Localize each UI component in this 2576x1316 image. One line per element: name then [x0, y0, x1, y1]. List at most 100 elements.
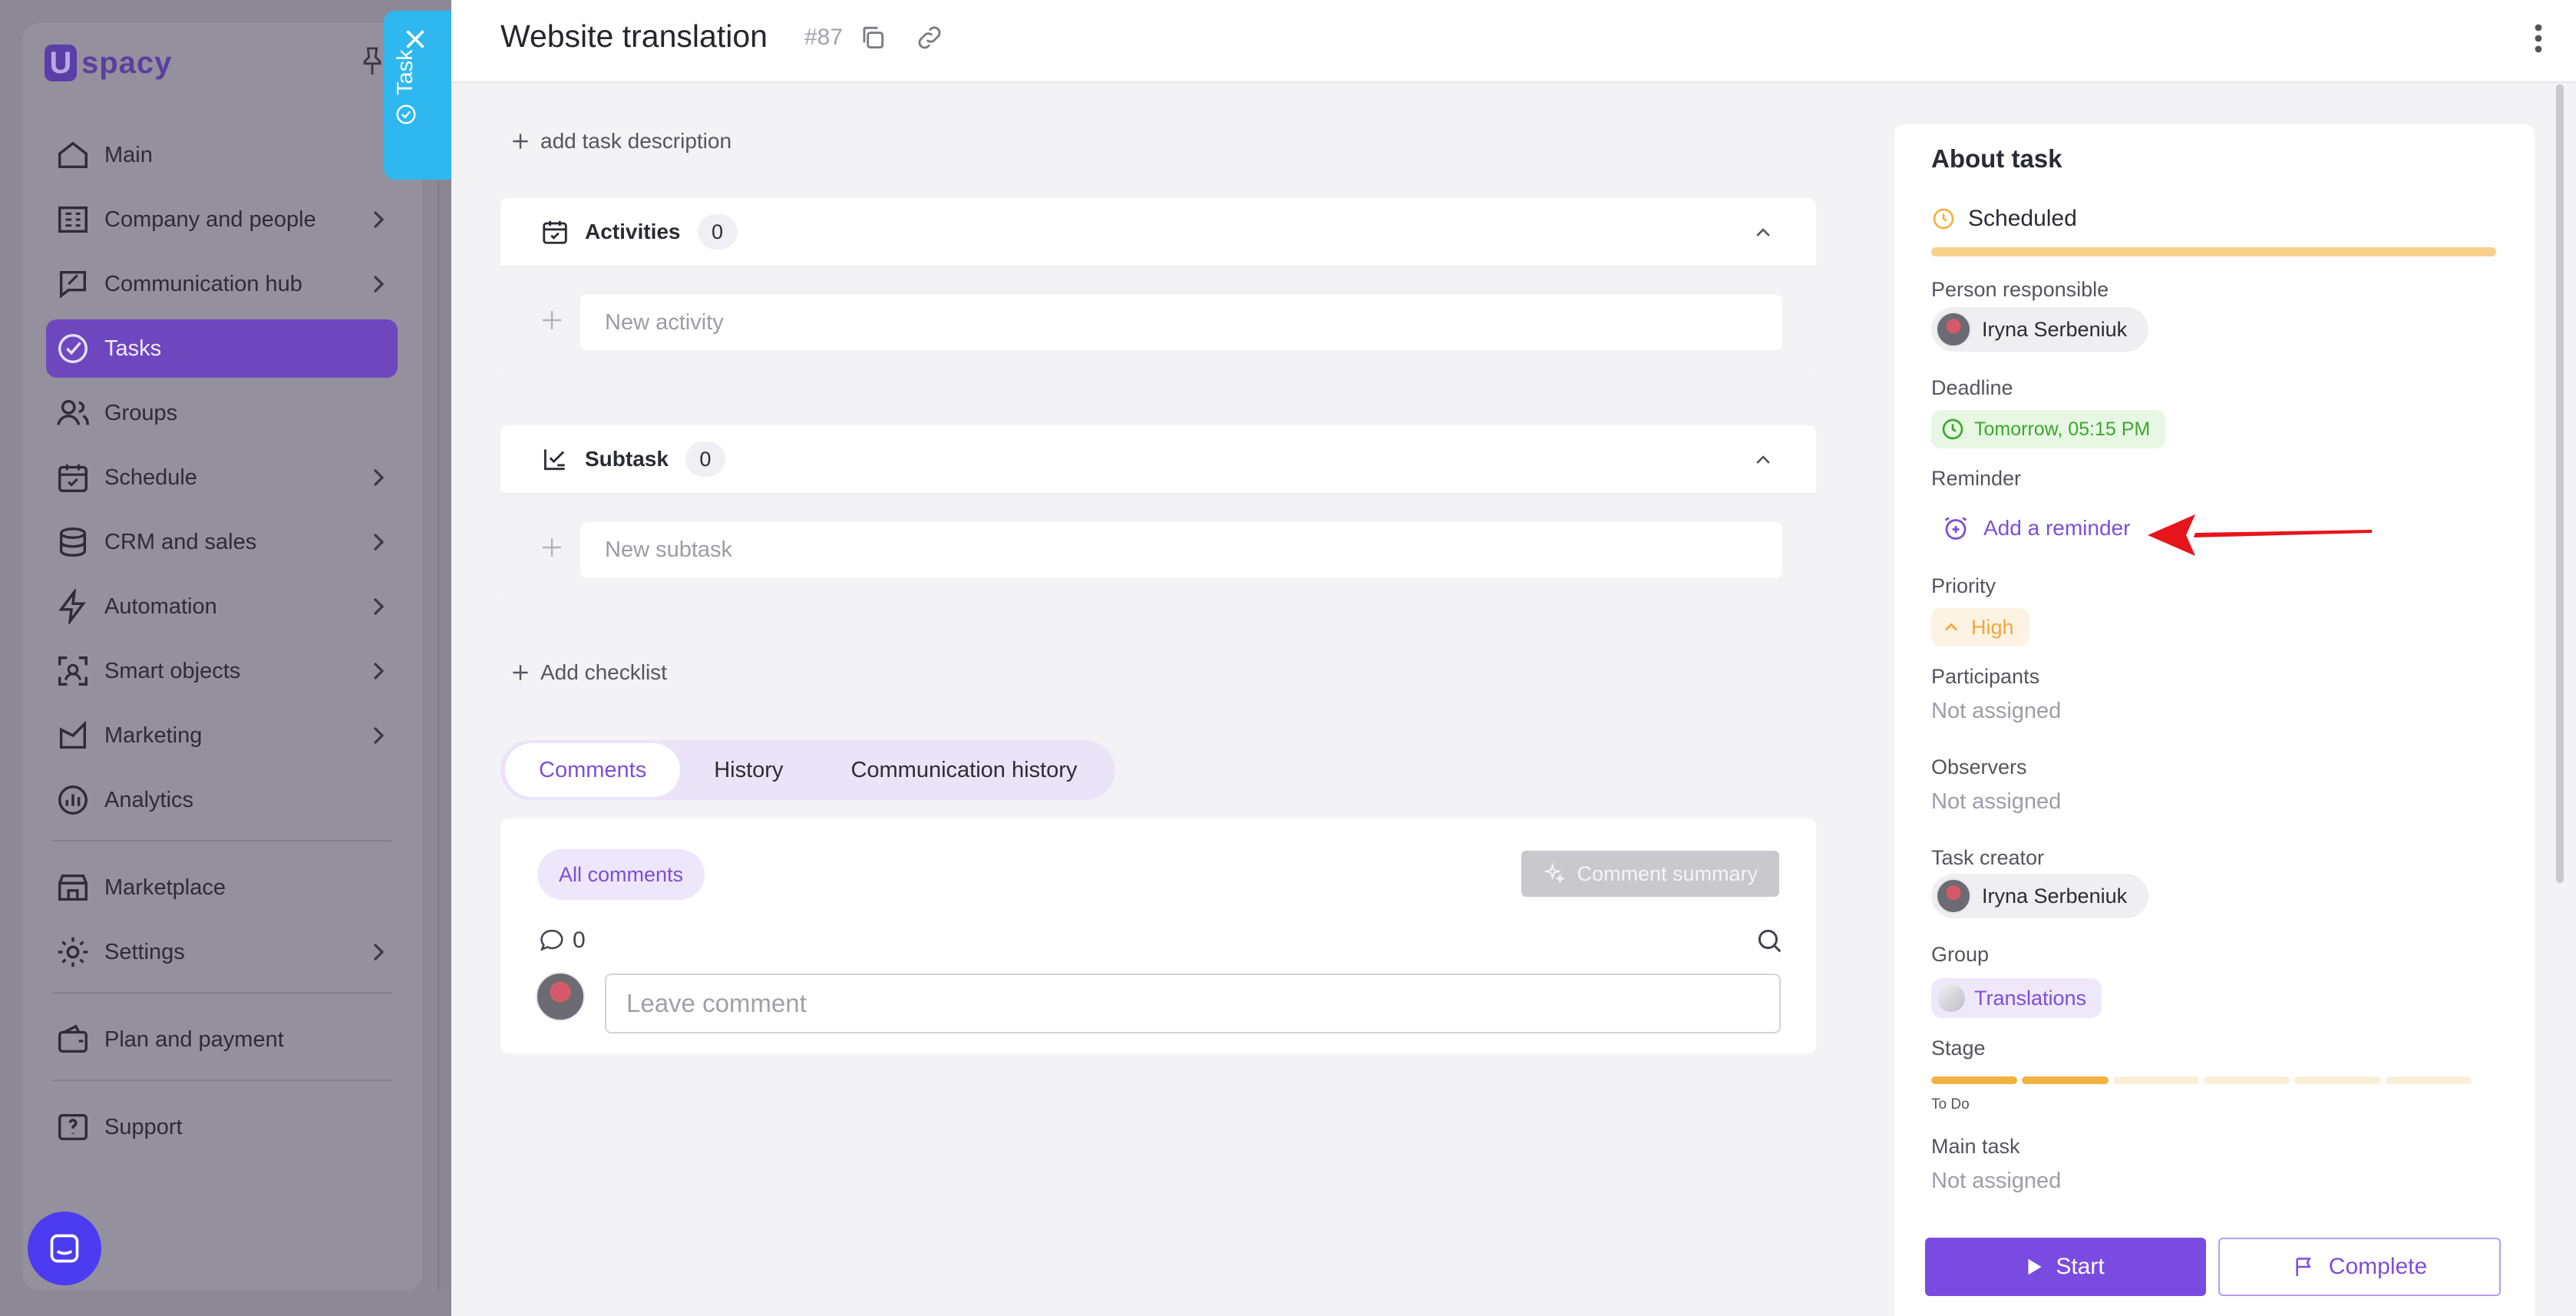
- start-label: Start: [2056, 1254, 2105, 1279]
- person-responsible-chip[interactable]: Iryna Serbeniuk: [1931, 307, 2149, 352]
- new-subtask-input[interactable]: New subtask: [580, 522, 1782, 577]
- deadline-label: Deadline: [1931, 376, 2013, 399]
- add-checklist-button[interactable]: Add checklist: [511, 660, 667, 685]
- sidebar-item-support[interactable]: Support: [46, 1098, 398, 1156]
- tab-comments[interactable]: Comments: [505, 743, 681, 797]
- sidebar-item-main[interactable]: Main: [46, 126, 398, 184]
- logo-text: spacy: [81, 45, 173, 80]
- comment-count: 0: [539, 927, 586, 954]
- task-status[interactable]: Scheduled: [1931, 206, 2077, 232]
- sidebar-item-label: Main: [104, 142, 153, 167]
- task-creator-chip[interactable]: Iryna Serbeniuk: [1931, 874, 2149, 918]
- about-task-title: About task: [1931, 144, 2062, 173]
- chevron-right-icon: [373, 468, 385, 487]
- chevron-right-icon: [373, 662, 385, 680]
- add-checklist-label: Add checklist: [540, 660, 667, 684]
- sidebar-item-label: Marketing: [104, 722, 203, 748]
- add-reminder-button[interactable]: Add a reminder: [1942, 514, 2130, 542]
- sidebar-item-label: Automation: [104, 594, 217, 619]
- plus-icon[interactable]: [540, 309, 563, 332]
- deadline-value: Tomorrow, 05:15 PM: [1974, 418, 2151, 440]
- start-button[interactable]: Start: [1925, 1238, 2206, 1296]
- priority-chip[interactable]: High: [1931, 608, 2029, 646]
- sidebar-item-label: Settings: [104, 939, 185, 964]
- task-title[interactable]: Website translation: [500, 18, 768, 55]
- new-activity-input[interactable]: New activity: [580, 295, 1782, 350]
- home-icon: [58, 141, 88, 169]
- stage-segment[interactable]: [2203, 1076, 2290, 1084]
- plus-icon: [513, 134, 528, 149]
- sidebar-divider: [52, 992, 391, 994]
- clock-icon: [1942, 418, 1963, 440]
- app-logo[interactable]: U spacy: [45, 45, 172, 81]
- sidebar-item-schedule[interactable]: Schedule: [46, 448, 398, 507]
- observers-value[interactable]: Not assigned: [1931, 789, 2061, 815]
- main-task-value[interactable]: Not assigned: [1931, 1169, 2061, 1194]
- search-icon[interactable]: [1755, 926, 1784, 955]
- stage-segment[interactable]: [2022, 1076, 2109, 1084]
- sidebar-item-plan-and-payment[interactable]: Plan and payment: [46, 1010, 398, 1069]
- chevron-right-icon: [373, 210, 385, 229]
- activities-label: Activities: [585, 220, 681, 243]
- sidebar-item-label: Plan and payment: [104, 1027, 284, 1052]
- sidebar-item-crm-and-sales[interactable]: CRM and sales: [46, 513, 398, 571]
- group-avatar: [1937, 984, 1965, 1012]
- copy-icon[interactable]: [858, 23, 887, 52]
- stage-segment[interactable]: [1931, 1076, 2018, 1084]
- subtask-count: 0: [685, 441, 725, 477]
- sidebar-item-label: Schedule: [104, 465, 197, 490]
- tab-communication-history[interactable]: Communication history: [817, 743, 1111, 797]
- panel-scrollbar[interactable]: [2556, 84, 2564, 883]
- all-comments-filter[interactable]: All comments: [537, 849, 705, 900]
- sidebar-item-automation[interactable]: Automation: [46, 577, 398, 636]
- participants-value[interactable]: Not assigned: [1931, 699, 2061, 724]
- chevron-up-icon[interactable]: [1753, 223, 1773, 243]
- sidebar-item-tasks[interactable]: Tasks: [46, 319, 398, 378]
- deadline-chip[interactable]: Tomorrow, 05:15 PM: [1931, 410, 2166, 448]
- plus-icon[interactable]: [540, 536, 563, 559]
- priority-value: High: [1971, 615, 2014, 639]
- stage-progress[interactable]: [1931, 1076, 2472, 1084]
- sidebar-item-groups[interactable]: Groups: [46, 384, 398, 442]
- subtask-body: New subtask: [500, 494, 1816, 602]
- person-responsible-name: Iryna Serbeniuk: [1982, 317, 2128, 341]
- more-options-icon[interactable]: [2533, 23, 2544, 54]
- sparkle-icon: [1544, 862, 1566, 884]
- link-icon[interactable]: [915, 23, 944, 52]
- task-slider-tab[interactable]: Task: [384, 11, 451, 180]
- sidebar-item-communication-hub[interactable]: Communication hub: [46, 255, 398, 313]
- sidebar-item-marketing[interactable]: Marketing: [46, 706, 398, 765]
- sidebar-item-marketplace[interactable]: Marketplace: [46, 858, 398, 917]
- chat-widget-button[interactable]: [28, 1212, 101, 1285]
- status-progress-bar: [1931, 247, 2496, 256]
- subtask-header[interactable]: Subtask 0: [500, 425, 1816, 494]
- stage-segment[interactable]: [2385, 1076, 2472, 1084]
- sidebar-item-label: Support: [104, 1114, 183, 1139]
- complete-button[interactable]: Complete: [2218, 1238, 2501, 1296]
- sidebar-item-analytics[interactable]: Analytics: [46, 771, 398, 829]
- tab-history[interactable]: History: [680, 743, 817, 797]
- sidebar-item-smart-objects[interactable]: Smart objects: [46, 642, 398, 700]
- activities-header[interactable]: Activities 0: [500, 198, 1816, 267]
- sidebar-item-label: Analytics: [104, 787, 194, 812]
- chevron-right-icon: [373, 597, 385, 616]
- add-description-label: add task description: [540, 129, 732, 153]
- comment-summary-button[interactable]: Comment summary: [1521, 851, 1779, 897]
- stage-segment[interactable]: [2112, 1076, 2199, 1084]
- sidebar-item-company-and-people[interactable]: Company and people: [46, 190, 398, 249]
- checklist-icon: [543, 449, 565, 471]
- comment-input[interactable]: Leave comment: [605, 974, 1781, 1033]
- complete-label: Complete: [2328, 1254, 2428, 1279]
- analytics-icon: [58, 785, 88, 815]
- add-reminder-label: Add a reminder: [1983, 516, 2131, 540]
- comment-bubble-icon: [540, 929, 563, 951]
- chevron-up-icon[interactable]: [1753, 450, 1773, 470]
- add-description-button[interactable]: add task description: [511, 129, 732, 154]
- group-chip[interactable]: Translations: [1931, 978, 2102, 1018]
- pin-icon[interactable]: [359, 46, 385, 77]
- sidebar-item-settings[interactable]: Settings: [46, 923, 398, 981]
- group-label: Group: [1931, 943, 1990, 966]
- stage-segment[interactable]: [2294, 1076, 2381, 1084]
- sidebar-item-label: Tasks: [104, 336, 162, 361]
- lightning-icon: [58, 589, 86, 624]
